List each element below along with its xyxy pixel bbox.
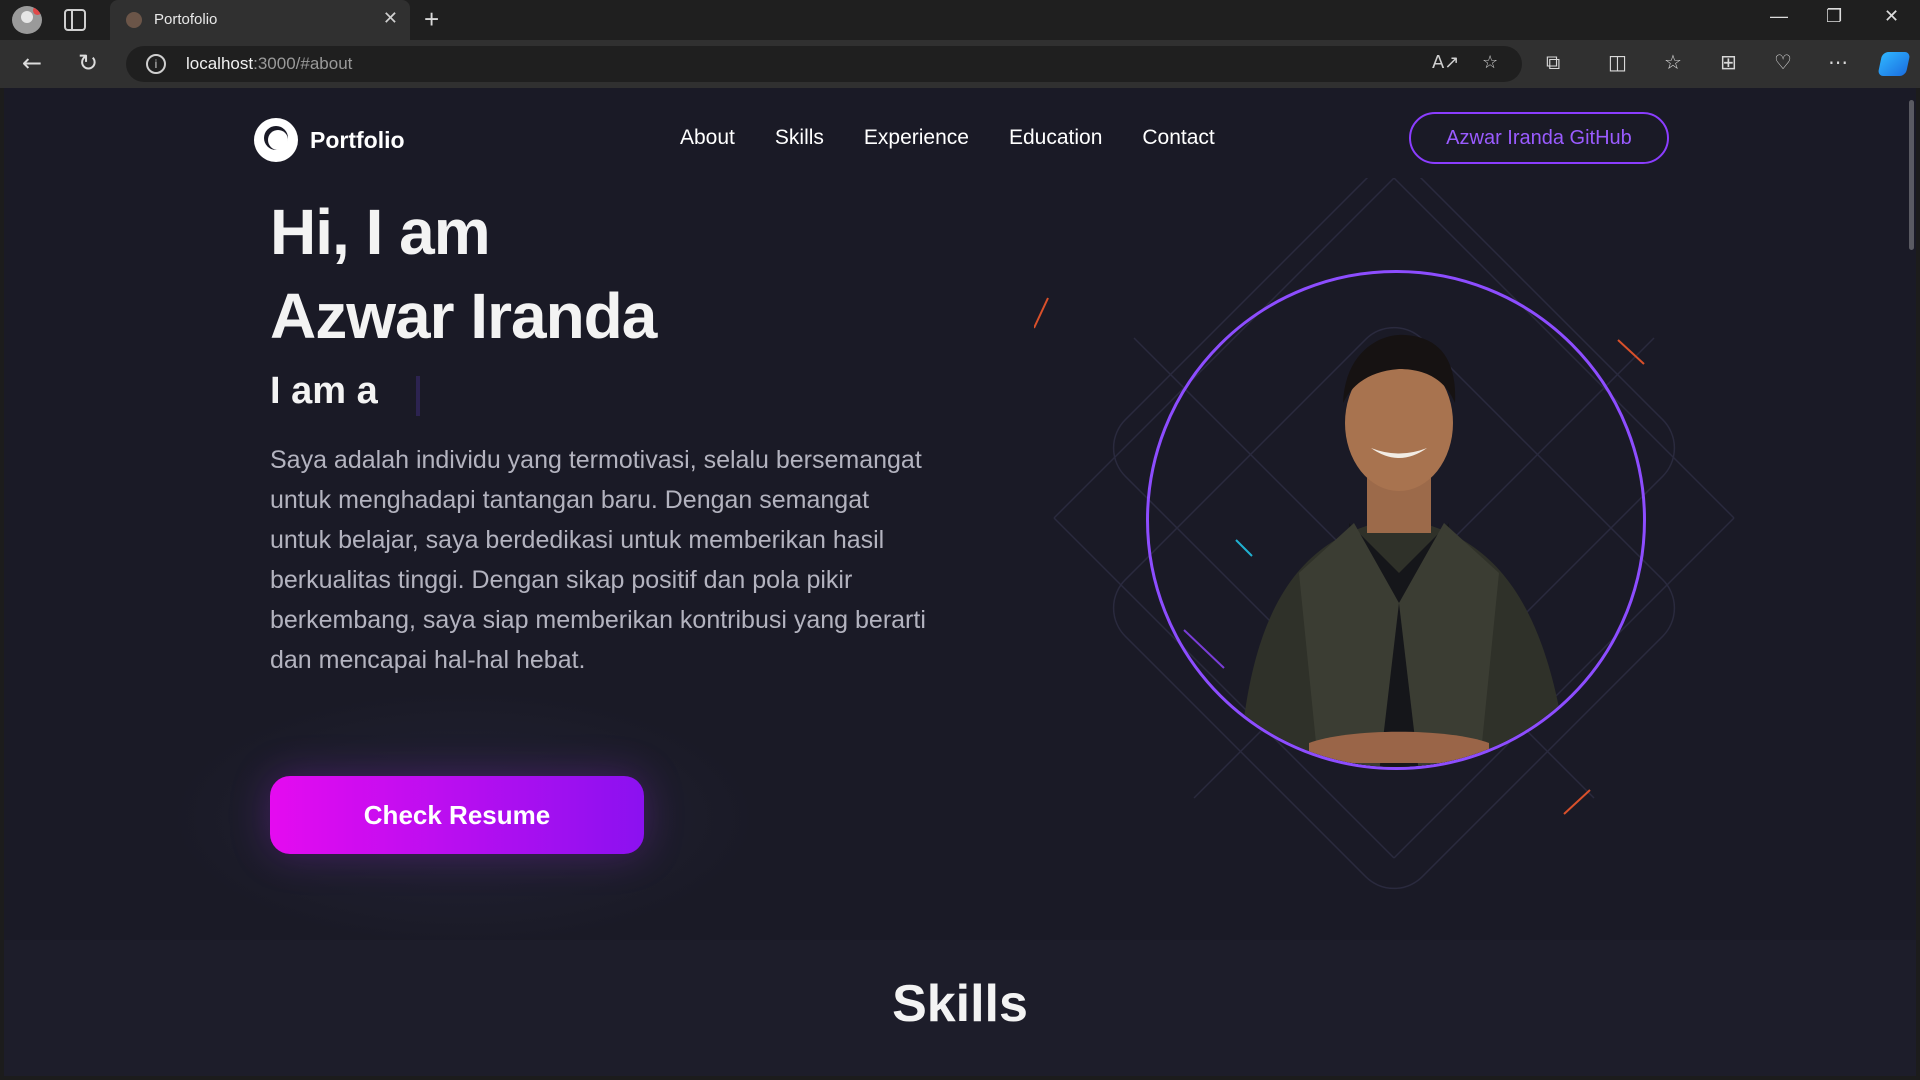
collections-icon[interactable]: ⊞ — [1720, 50, 1737, 74]
url-text[interactable]: localhost:3000/#about — [186, 54, 352, 74]
typing-caret — [416, 376, 420, 416]
scrollbar[interactable] — [1909, 100, 1914, 250]
nav-link-education[interactable]: Education — [1009, 126, 1102, 150]
read-aloud-icon[interactable]: A↗ — [1432, 52, 1459, 73]
page-viewport: Portfolio About Skills Experience Educat… — [4, 88, 1916, 1076]
browser-tab-bar: Portofolio ✕ + — ❐ ✕ — [0, 0, 1920, 40]
person-illustration — [1239, 334, 1569, 767]
back-icon[interactable]: ← — [22, 49, 42, 77]
close-icon[interactable]: ✕ — [383, 8, 398, 29]
health-icon[interactable]: ♡ — [1774, 50, 1792, 74]
profile-icon[interactable] — [12, 6, 42, 34]
more-icon[interactable]: ⋯ — [1828, 50, 1848, 74]
new-tab-icon[interactable]: + — [424, 4, 439, 35]
check-resume-button[interactable]: Check Resume — [270, 776, 644, 854]
address-bar[interactable]: i localhost:3000/#about A↗ ☆ — [126, 46, 1522, 82]
favorite-icon[interactable]: ☆ — [1482, 52, 1498, 73]
logo-text: Portfolio — [310, 126, 405, 153]
profile-photo — [1146, 270, 1646, 770]
nav-link-about[interactable]: About — [680, 126, 735, 150]
minimize-icon[interactable]: — — [1770, 6, 1788, 27]
info-icon[interactable]: i — [146, 54, 166, 74]
logo-icon — [254, 118, 298, 162]
nav-link-experience[interactable]: Experience — [864, 126, 969, 150]
hero-description: Saya adalah individu yang termotivasi, s… — [270, 446, 926, 674]
refresh-icon[interactable]: ↻ — [78, 49, 98, 77]
extensions-icon[interactable]: ⧉ — [1546, 50, 1560, 74]
tab-actions-icon[interactable] — [64, 9, 86, 31]
nav-link-contact[interactable]: Contact — [1142, 126, 1214, 150]
close-window-icon[interactable]: ✕ — [1884, 6, 1899, 27]
browser-tab[interactable]: Portofolio ✕ — [110, 0, 410, 40]
favicon-icon — [126, 12, 142, 28]
site-logo[interactable]: Portfolio — [254, 118, 405, 162]
hero-heading: Hi, I am Azwar Iranda — [270, 190, 657, 358]
favorites-icon[interactable]: ☆ — [1664, 50, 1682, 74]
github-button[interactable]: Azwar Iranda GitHub — [1409, 112, 1669, 164]
tab-title: Portofolio — [154, 11, 218, 28]
copilot-icon[interactable] — [1877, 52, 1911, 76]
browser-toolbar: ← ↻ i localhost:3000/#about A↗ ☆ ⧉ ◫ ☆ ⊞… — [0, 40, 1920, 88]
nav-links: About Skills Experience Education Contac… — [680, 126, 1215, 150]
hero-name: Azwar Iranda — [270, 280, 657, 352]
nav-link-skills[interactable]: Skills — [775, 126, 824, 150]
hero-greeting: Hi, I am — [270, 196, 491, 268]
typing-prefix: I am a — [270, 370, 378, 412]
maximize-icon[interactable]: ❐ — [1826, 6, 1842, 27]
skills-title: Skills — [892, 975, 1028, 1033]
split-screen-icon[interactable]: ◫ — [1608, 50, 1627, 74]
